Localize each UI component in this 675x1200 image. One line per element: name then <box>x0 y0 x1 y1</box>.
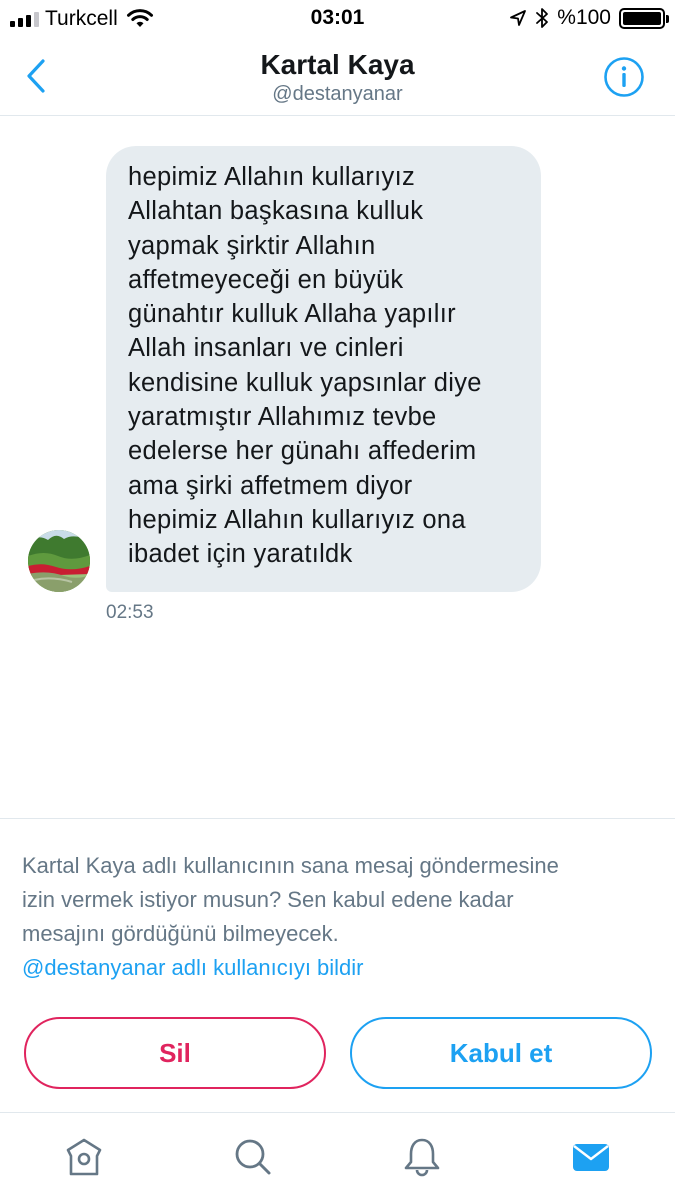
notifications-icon <box>404 1138 440 1176</box>
request-prompt: Kartal Kaya adlı kullanıcının sana mesaj… <box>22 849 652 951</box>
message-line: Allahtan başkasına kulluk <box>128 197 424 226</box>
message-line: yapmak şirktir Allahın <box>128 231 376 260</box>
message-request-panel: Kartal Kaya adlı kullanıcının sana mesaj… <box>0 818 675 1112</box>
message-text: hepimiz Allahın kullarıyız Allahtan başk… <box>128 160 519 572</box>
message-bubble[interactable]: hepimiz Allahın kullarıyız Allahtan başk… <box>106 146 541 592</box>
tab-home[interactable] <box>0 1113 169 1200</box>
home-icon <box>67 1138 102 1175</box>
message-line: affetmeyeceği en büyük <box>128 265 404 294</box>
message-line: günahtır kulluk Allaha yapılır <box>128 300 456 329</box>
request-prompt-line: Kartal Kaya adlı kullanıcının sana mesaj… <box>22 853 559 878</box>
message-line: Allah insanları ve cinleri <box>128 334 404 363</box>
tab-notifications[interactable] <box>338 1113 507 1200</box>
request-prompt-line: mesajını gördüğünü bilmeyecek. <box>22 921 339 946</box>
tab-bar <box>0 1112 675 1200</box>
message-line: hepimiz Allahın kullarıyız ona <box>128 505 466 534</box>
status-bar: Turkcell 03:01 %100 <box>0 0 675 38</box>
message-timestamp: 02:53 <box>106 602 154 623</box>
search-icon <box>235 1139 271 1174</box>
report-user-link[interactable]: @destanyanar adlı kullanıcıyı bildir <box>22 951 364 985</box>
header-title-block: Kartal Kaya @destanyanar <box>0 48 675 106</box>
message-line: hepimiz Allahın kullarıyız <box>128 163 416 191</box>
request-prompt-line: izin vermek istiyor musun? Sen kabul ede… <box>22 887 514 912</box>
delete-button[interactable]: Sil <box>24 1017 326 1089</box>
message-line: ibadet için yaratıldk <box>128 540 353 569</box>
battery-icon <box>619 7 669 29</box>
user-handle: @destanyanar <box>272 83 403 105</box>
avatar[interactable] <box>28 530 90 592</box>
avatar-image <box>28 530 90 592</box>
tab-messages[interactable] <box>506 1113 675 1200</box>
location-icon <box>510 10 527 26</box>
message-line: kendisine kulluk yapsınlar diye <box>128 368 482 397</box>
battery-fill <box>623 11 661 25</box>
message-line: edelerse her günahı affederim <box>128 437 477 466</box>
tab-search[interactable] <box>169 1113 338 1200</box>
battery-percentage: %100 <box>557 6 611 29</box>
bluetooth-icon <box>536 8 549 28</box>
info-icon[interactable] <box>603 56 645 98</box>
page-title: Kartal Kaya <box>260 49 415 80</box>
message-line: yaratmıştır Allahımız tevbe <box>128 403 437 432</box>
status-right: %100 <box>509 6 669 30</box>
message-line: ama şirki affetmem diyor <box>128 471 413 500</box>
conversation-header: Kartal Kaya @destanyanar <box>0 38 675 116</box>
messages-icon <box>572 1143 609 1171</box>
accept-button[interactable]: Kabul et <box>350 1017 652 1089</box>
